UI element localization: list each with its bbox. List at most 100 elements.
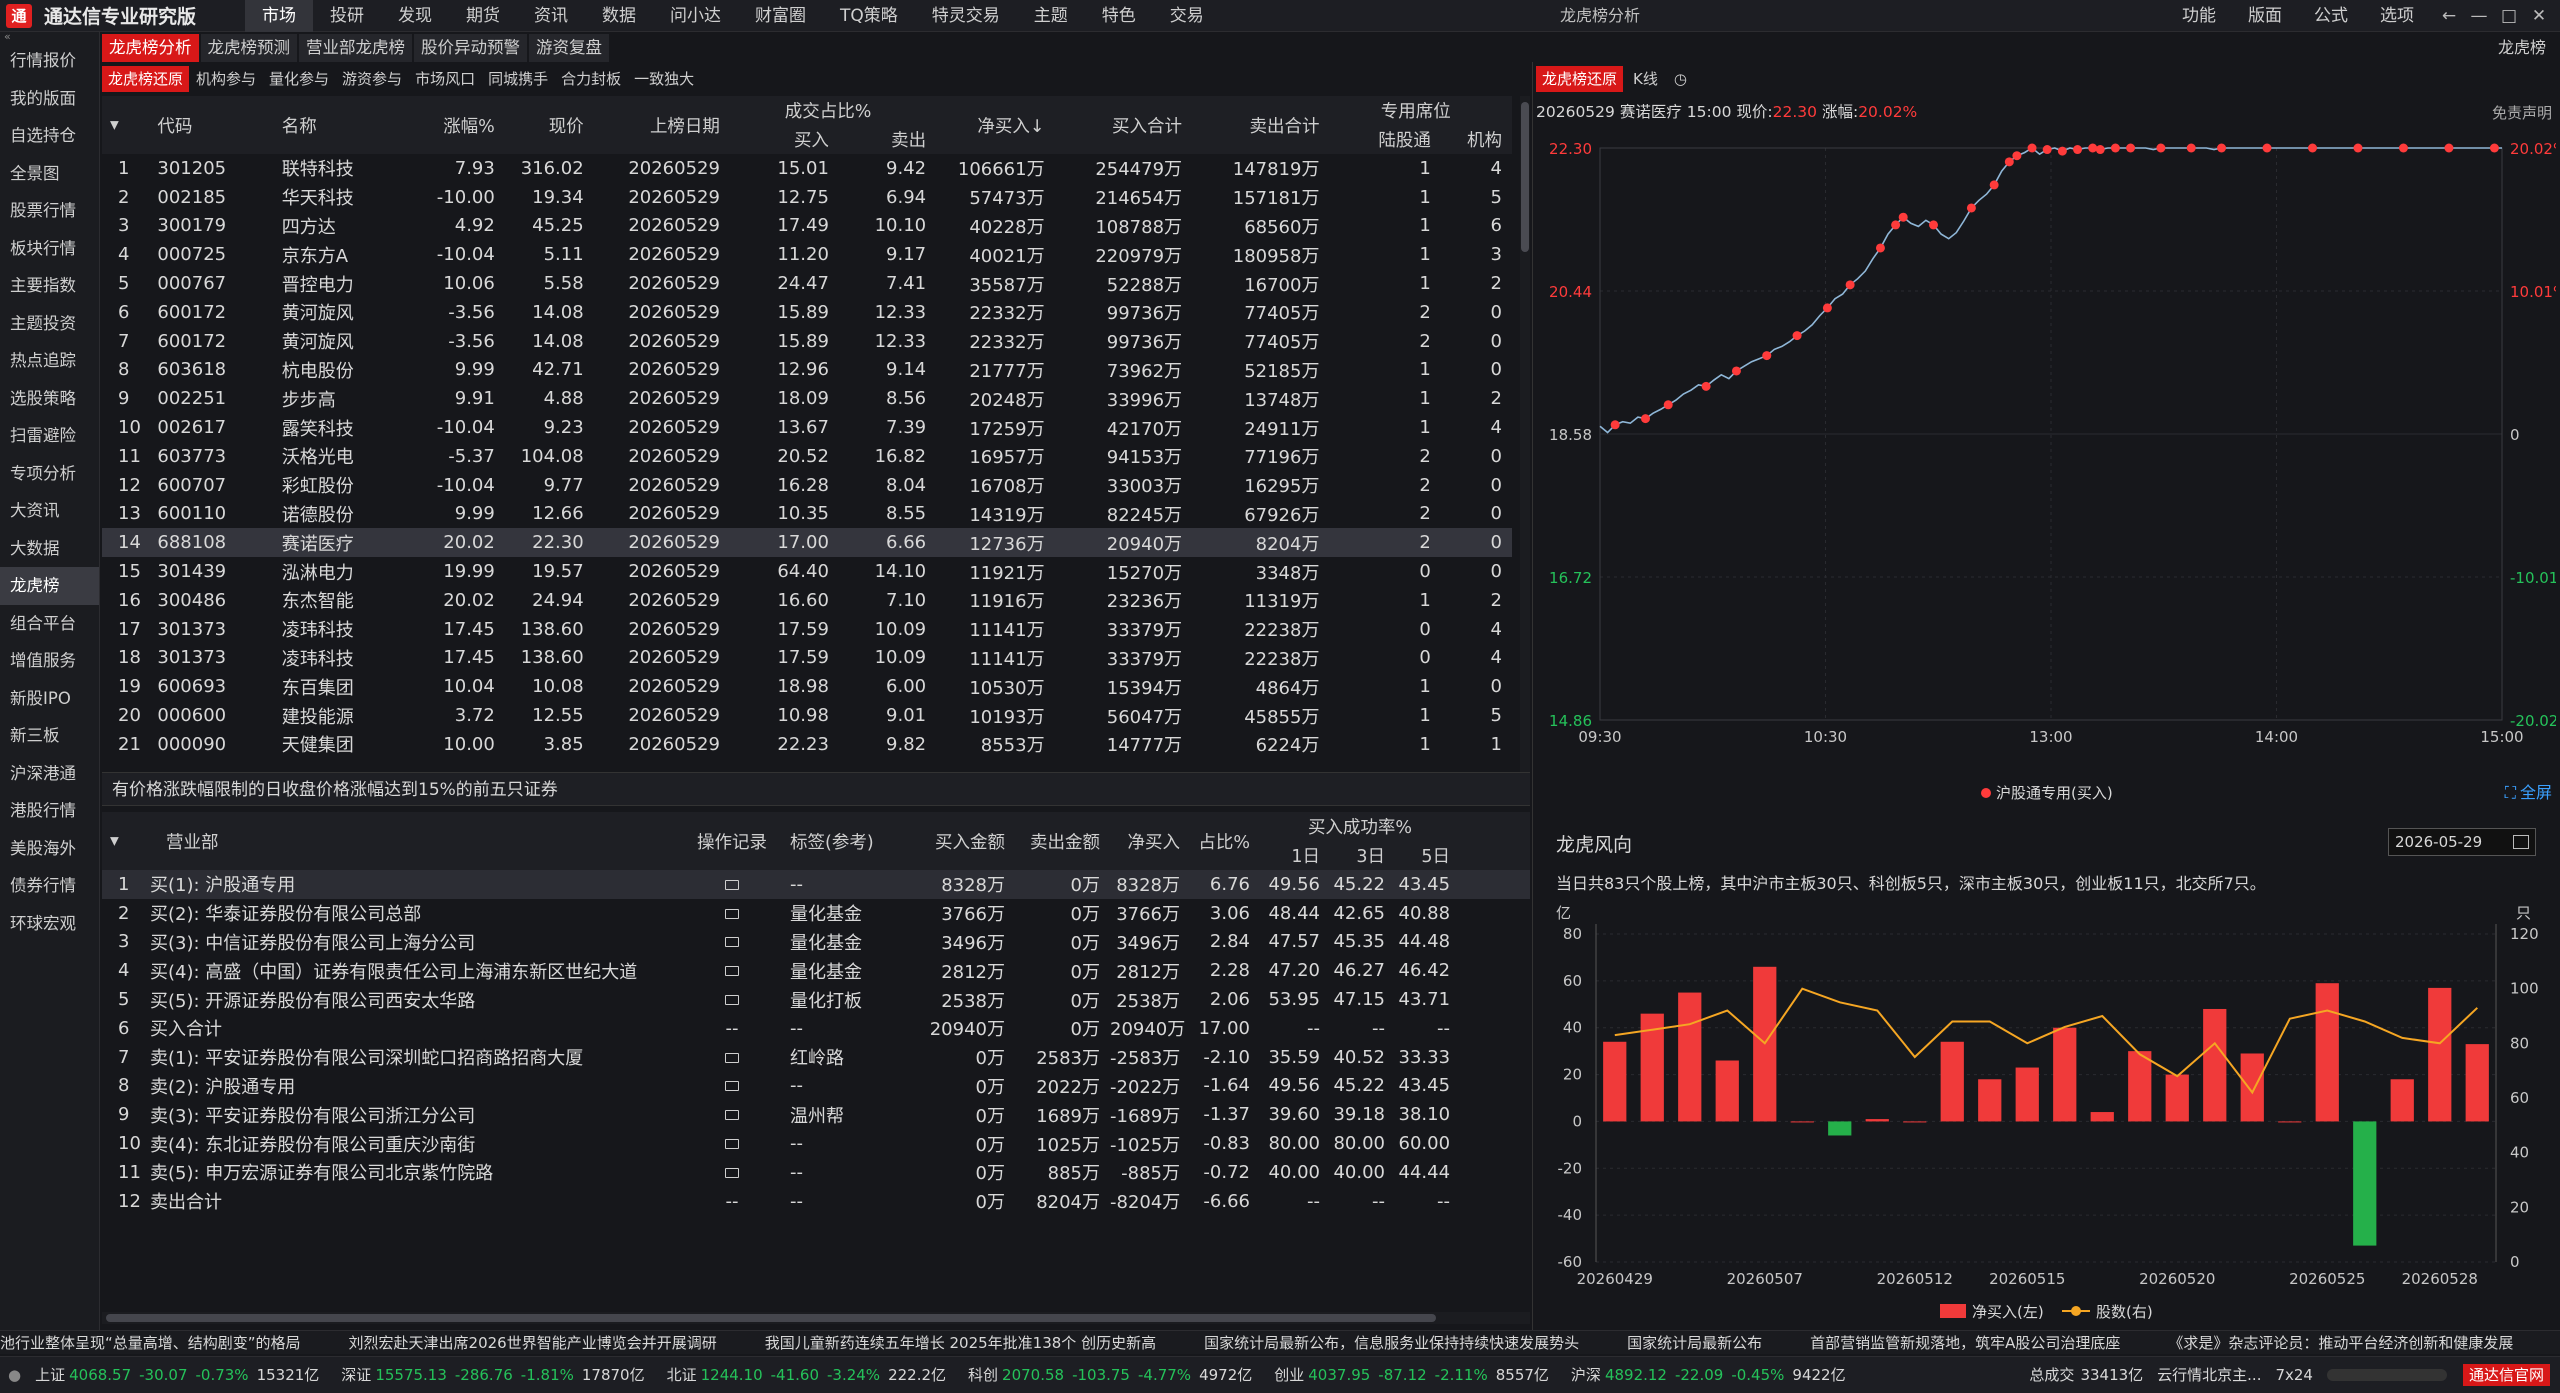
table-row[interactable]: 10 卖(4): 东北证券股份有限公司重庆沙南街 -- 0万 1025万 -1025万 -0… xyxy=(102,1129,1530,1158)
right-menu-item-0[interactable]: 功能 xyxy=(2166,0,2232,32)
log-cell[interactable] xyxy=(682,1158,782,1187)
table-row[interactable]: 11 卖(5): 申万宏源证券有限公司北京紫竹院路 -- 0万 885万 -885万 -0.… xyxy=(102,1158,1530,1187)
envelope-icon[interactable] xyxy=(725,879,739,890)
envelope-icon[interactable] xyxy=(725,1052,739,1063)
col-buy-amt[interactable]: 买入金额 xyxy=(917,812,1015,870)
tab-secondary-1[interactable]: 机构参与 xyxy=(190,66,262,92)
sidebar-item-5[interactable]: 板块行情 xyxy=(0,230,99,268)
mode-label[interactable]: 7x24 xyxy=(2275,1366,2313,1384)
menu-item-12[interactable]: 交易 xyxy=(1153,0,1221,32)
col-sell-total[interactable]: 卖出合计 xyxy=(1192,96,1330,154)
sidebar-item-12[interactable]: 大资讯 xyxy=(0,492,99,530)
sidebar-item-15[interactable]: 组合平台 xyxy=(0,605,99,643)
sidebar-item-17[interactable]: 新股IPO xyxy=(0,680,99,718)
sidebar-item-1[interactable]: 我的版面 xyxy=(0,80,99,118)
index-quote[interactable]: 深证 15575.13 -286.76 -1.81% 17870亿 xyxy=(341,1357,652,1393)
ticker-item[interactable]: 《求是》杂志评论员：推动平台经济创新和健康发展 xyxy=(2168,1334,2513,1352)
col-date[interactable]: 上榜日期 xyxy=(593,96,730,154)
right-menu-item-1[interactable]: 版面 xyxy=(2232,0,2298,32)
col-buy-total[interactable]: 买入合计 xyxy=(1054,96,1193,154)
ticker-item[interactable]: 首部营销监管新规落地，筑牢A股公司治理底座 xyxy=(1810,1334,2120,1352)
table-row[interactable]: 7 600172 黄河旋风 -3.56 14.08 20260529 15.89 12.33 2… xyxy=(102,327,1512,356)
table-row[interactable]: 2 002185 华天科技 -10.00 19.34 20260529 12.75 6.94 5… xyxy=(102,183,1512,212)
table-row[interactable]: 8 卖(2): 沪股通专用 -- 0万 2022万 -2022万 -1.64 49.56 45.… xyxy=(102,1072,1530,1101)
index-quote[interactable]: 沪深 4892.12 -22.09 -0.45% 9422亿 xyxy=(1571,1357,1854,1393)
table-row[interactable]: 2 买(2): 华泰证券股份有限公司总部 量化基金 3766万 0万 3766万 3.06 4… xyxy=(102,899,1530,928)
log-cell[interactable]: -- xyxy=(682,1014,782,1043)
col-d3[interactable]: 3日 xyxy=(1330,841,1395,870)
log-cell[interactable] xyxy=(682,899,782,928)
tab-secondary-4[interactable]: 市场风口 xyxy=(409,66,481,92)
sidebar-item-23[interactable]: 环球宏观 xyxy=(0,905,99,943)
col-dept[interactable]: 营业部 xyxy=(142,812,682,870)
tab-primary-4[interactable]: 游资复盘 xyxy=(529,34,609,62)
table-row[interactable]: 14 688108 赛诺医疗 20.02 22.30 20260529 17.00 6.66 1… xyxy=(102,528,1512,558)
col-name[interactable]: 名称 xyxy=(273,96,393,154)
ticker-item[interactable]: 我国儿童新药连续五年增长 2025年批准138个 创历史新高 xyxy=(765,1334,1156,1352)
chart-tab-1[interactable]: K线 xyxy=(1627,66,1664,92)
sidebar-item-4[interactable]: 股票行情 xyxy=(0,192,99,230)
sidebar-item-21[interactable]: 美股海外 xyxy=(0,830,99,868)
log-cell[interactable]: -- xyxy=(682,1187,782,1216)
volume-slider[interactable] xyxy=(2326,1368,2447,1381)
table-row[interactable]: 4 000725 京东方A -10.04 5.11 20260529 11.20 9.17 40… xyxy=(102,240,1512,269)
table-row[interactable]: 8 603618 杭电股份 9.99 42.71 20260529 12.96 9.14 217… xyxy=(102,356,1512,385)
table-row[interactable]: 7 卖(1): 平安证券股份有限公司深圳蛇口招商路招商大厦 红岭路 0万 2583万 -2… xyxy=(102,1043,1530,1072)
sidebar-item-16[interactable]: 增值服务 xyxy=(0,642,99,680)
table-row[interactable]: 3 买(3): 中信证券股份有限公司上海分公司 量化基金 3496万 0万 3496万 2.… xyxy=(102,928,1530,957)
col-sell-amt[interactable]: 卖出金额 xyxy=(1015,812,1110,870)
log-cell[interactable] xyxy=(682,928,782,957)
index-quote[interactable]: 上证 4068.57 -30.07 -0.73% 15321亿 xyxy=(35,1357,327,1393)
sidebar-item-2[interactable]: 自选持仓 xyxy=(0,117,99,155)
tab-secondary-5[interactable]: 同城携手 xyxy=(482,66,554,92)
sidebar-item-7[interactable]: 主题投资 xyxy=(0,305,99,343)
log-cell[interactable] xyxy=(682,956,782,985)
ticker-item[interactable]: 国家统计局最新公布 xyxy=(1627,1334,1762,1352)
sidebar-item-20[interactable]: 港股行情 xyxy=(0,792,99,830)
col-d5[interactable]: 5日 xyxy=(1395,841,1461,870)
envelope-icon[interactable] xyxy=(725,1081,739,1092)
table-row[interactable]: 1 买(1): 沪股通专用 -- 8328万 0万 8328万 6.76 49.56 45.22… xyxy=(102,870,1531,899)
sidebar-item-18[interactable]: 新三板 xyxy=(0,717,99,755)
col-net[interactable]: 净买入↓ xyxy=(936,96,1055,154)
right-menu-item-3[interactable]: 选项 xyxy=(2364,0,2430,32)
col-log[interactable]: 操作记录 xyxy=(682,812,782,870)
ticker-item[interactable]: 池行业整体呈现“总量高增、结构剧变”的格局 xyxy=(0,1334,301,1352)
tab-primary-2[interactable]: 营业部龙虎榜 xyxy=(299,34,412,62)
envelope-icon[interactable] xyxy=(725,1139,739,1150)
index-quote[interactable]: 科创 2070.58 -103.75 -4.77% 4972亿 xyxy=(968,1357,1260,1393)
table-row[interactable]: 9 卖(3): 平安证券股份有限公司浙江分公司 温州帮 0万 1689万 -1689万 -1… xyxy=(102,1100,1530,1129)
back-icon[interactable]: ← xyxy=(2434,0,2464,32)
right-menu-item-2[interactable]: 公式 xyxy=(2298,0,2364,32)
sidebar-item-3[interactable]: 全景图 xyxy=(0,155,99,193)
col-net-amt[interactable]: 净买入 xyxy=(1110,812,1190,870)
sidebar-item-14[interactable]: 龙虎榜 xyxy=(0,567,99,605)
menu-item-1[interactable]: 投研 xyxy=(313,0,381,32)
envelope-icon[interactable] xyxy=(725,966,739,977)
col-sell[interactable]: 卖出 xyxy=(838,125,937,154)
table-row[interactable]: 18 301373 凌玮科技 17.45 138.60 20260529 17.59 10.0… xyxy=(102,644,1512,673)
sidebar-item-9[interactable]: 选股策略 xyxy=(0,380,99,418)
table-row[interactable]: 6 600172 黄河旋风 -3.56 14.08 20260529 15.89 12.33 2… xyxy=(102,298,1512,327)
table-row[interactable]: 5 000767 晋控电力 10.06 5.58 20260529 24.47 7.41 355… xyxy=(102,269,1512,298)
envelope-icon[interactable] xyxy=(725,995,739,1006)
menu-item-8[interactable]: TQ策略 xyxy=(823,0,915,32)
date-picker[interactable]: 2026-05-29 xyxy=(2388,828,2536,856)
col-buy[interactable]: 买入 xyxy=(729,125,839,154)
ticker-item[interactable]: 国家统计局最新公布，信息服务业保持持续快速发展势头 xyxy=(1204,1334,1579,1352)
table-row[interactable]: 12 卖出合计 -- -- 0万 8204万 -8204万 -6.66 -- -- -- xyxy=(102,1187,1530,1216)
col-inst[interactable]: 机构 xyxy=(1440,125,1512,154)
table-row[interactable]: 15 301439 泓淋电力 19.99 19.57 20260529 64.40 14.10… xyxy=(102,557,1512,586)
menu-item-3[interactable]: 期货 xyxy=(449,0,517,32)
tab-secondary-7[interactable]: 一致独大 xyxy=(628,66,700,92)
table-row[interactable]: 3 300179 四方达 4.92 45.25 20260529 17.49 10.10 402… xyxy=(102,212,1512,241)
sidebar-item-11[interactable]: 专项分析 xyxy=(0,455,99,493)
menu-item-11[interactable]: 特色 xyxy=(1085,0,1153,32)
col-tag[interactable]: 标签(参考) xyxy=(782,812,917,870)
col-price[interactable]: 现价 xyxy=(504,96,594,154)
menu-item-10[interactable]: 主题 xyxy=(1017,0,1085,32)
table-row[interactable]: 1 301205 联特科技 7.93 316.02 20260529 15.01 9.42 10… xyxy=(102,154,1512,183)
tab-primary-1[interactable]: 龙虎榜预测 xyxy=(200,34,297,62)
menu-item-4[interactable]: 资讯 xyxy=(517,0,585,32)
sidebar-item-0[interactable]: 行情报价 xyxy=(0,42,99,80)
